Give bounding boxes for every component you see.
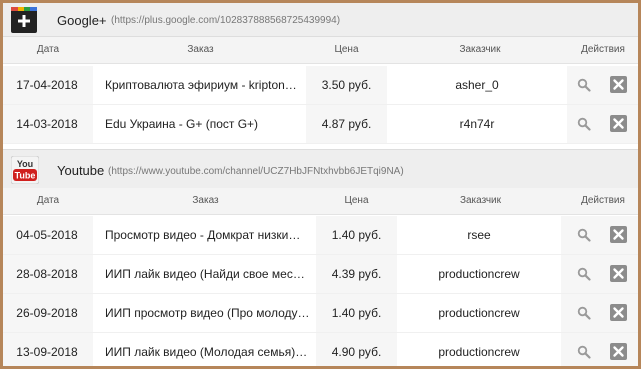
row-price: 4.87 руб. bbox=[321, 117, 372, 131]
search-icon[interactable] bbox=[577, 117, 591, 131]
row-date: 04-05-2018 bbox=[16, 228, 78, 242]
section-header-youtube: You Tube Youtube (https://www.youtube.co… bbox=[3, 149, 638, 189]
close-icon bbox=[613, 229, 624, 240]
close-icon bbox=[613, 268, 624, 279]
col-date: Дата bbox=[36, 195, 60, 206]
youtube-logo-icon: You Tube bbox=[10, 155, 40, 185]
search-icon[interactable] bbox=[577, 306, 591, 320]
search-icon[interactable] bbox=[577, 345, 591, 359]
delete-button[interactable] bbox=[610, 76, 627, 93]
delete-button[interactable] bbox=[610, 265, 627, 282]
search-icon[interactable] bbox=[577, 228, 591, 242]
row-customer[interactable]: productioncrew bbox=[397, 333, 561, 366]
close-icon bbox=[613, 307, 624, 318]
col-actions: Действия bbox=[581, 44, 625, 55]
col-order: Заказ bbox=[192, 195, 219, 206]
row-date: 26-09-2018 bbox=[16, 306, 78, 320]
table-row: 13-09-2018 ИИП лайк видео (Молодая семья… bbox=[3, 333, 638, 366]
row-customer[interactable]: productioncrew bbox=[397, 294, 561, 332]
row-order[interactable]: Криптовалюта эфириум - kripton… bbox=[93, 66, 306, 104]
table-header-googleplus: Дата Заказ Цена Заказчик Действия bbox=[3, 37, 638, 64]
col-actions: Действия bbox=[581, 195, 625, 206]
close-icon bbox=[613, 346, 624, 357]
table-row: 14-03-2018 Edu Украина - G+ (пост G+) 4.… bbox=[3, 105, 638, 144]
row-customer[interactable]: r4n74r bbox=[387, 105, 567, 143]
delete-button[interactable] bbox=[610, 304, 627, 321]
row-price: 4.90 руб. bbox=[331, 345, 382, 359]
col-customer: Заказчик bbox=[459, 44, 501, 55]
row-date: 13-09-2018 bbox=[16, 345, 78, 359]
section-header-googleplus: Google+ (https://plus.google.com/1028378… bbox=[3, 3, 638, 37]
row-price: 1.40 руб. bbox=[331, 228, 382, 242]
col-price: Цена bbox=[344, 195, 369, 206]
table-header-youtube: Дата Заказ Цена Заказчик Действия bbox=[3, 188, 638, 215]
row-date: 14-03-2018 bbox=[16, 117, 78, 131]
row-customer[interactable]: rsee bbox=[397, 216, 561, 254]
youtube-logo-tube: Tube bbox=[15, 171, 36, 181]
row-price: 1.40 руб. bbox=[331, 306, 382, 320]
delete-button[interactable] bbox=[610, 343, 627, 360]
row-order[interactable]: ИИП лайк видео (Найди свое мес… bbox=[93, 255, 316, 293]
row-date: 28-08-2018 bbox=[16, 267, 78, 281]
col-order: Заказ bbox=[187, 44, 214, 55]
row-order[interactable]: Edu Украина - G+ (пост G+) bbox=[93, 105, 306, 143]
row-order[interactable]: Просмотр видео - Домкрат низки… bbox=[93, 216, 316, 254]
orders-panel: Google+ (https://plus.google.com/1028378… bbox=[3, 3, 638, 366]
close-icon bbox=[613, 118, 624, 129]
col-customer: Заказчик bbox=[459, 195, 502, 206]
table-row: 26-09-2018 ИИП просмотр видео (Про молод… bbox=[3, 294, 638, 333]
delete-button[interactable] bbox=[610, 115, 627, 132]
youtube-logo-you: You bbox=[17, 159, 33, 169]
row-price: 4.39 руб. bbox=[331, 267, 382, 281]
table-row: 04-05-2018 Просмотр видео - Домкрат низк… bbox=[3, 216, 638, 255]
row-order[interactable]: ИИП просмотр видео (Про молоду… bbox=[93, 294, 316, 332]
row-customer[interactable]: productioncrew bbox=[397, 255, 561, 293]
col-price: Цена bbox=[334, 44, 359, 55]
row-customer[interactable]: asher_0 bbox=[387, 66, 567, 104]
search-icon[interactable] bbox=[577, 267, 591, 281]
table-row: 17-04-2018 Криптовалюта эфириум - kripto… bbox=[3, 66, 638, 105]
close-icon bbox=[613, 79, 624, 90]
search-icon[interactable] bbox=[577, 78, 591, 92]
section-title-youtube[interactable]: Youtube bbox=[57, 163, 104, 178]
row-price: 3.50 руб. bbox=[321, 78, 372, 92]
section-url-youtube[interactable]: (https://www.youtube.com/channel/UCZ7HbJ… bbox=[108, 166, 404, 177]
googleplus-logo-icon bbox=[11, 7, 37, 33]
row-order[interactable]: ИИП лайк видео (Молодая семья)… bbox=[93, 333, 316, 366]
row-date: 17-04-2018 bbox=[16, 78, 78, 92]
col-date: Дата bbox=[36, 44, 60, 55]
section-title-googleplus[interactable]: Google+ bbox=[57, 13, 107, 28]
section-url-googleplus[interactable]: (https://plus.google.com/102837888568725… bbox=[111, 15, 340, 26]
delete-button[interactable] bbox=[610, 226, 627, 243]
table-row: 28-08-2018 ИИП лайк видео (Найди свое ме… bbox=[3, 255, 638, 294]
